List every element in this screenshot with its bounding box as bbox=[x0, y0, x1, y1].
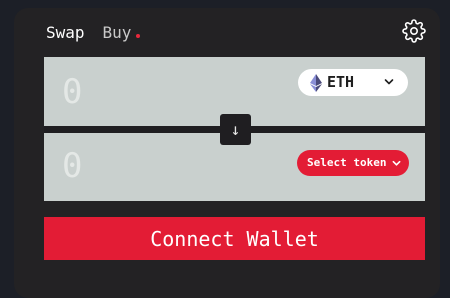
to-amount-input[interactable]: 0 bbox=[62, 146, 82, 186]
select-token-button[interactable]: Select token bbox=[297, 150, 409, 176]
select-token-label: Select token bbox=[307, 156, 387, 169]
token-symbol: ETH bbox=[327, 73, 355, 91]
swap-direction-button[interactable]: ↓ bbox=[220, 114, 251, 145]
eth-logo-icon bbox=[310, 74, 322, 92]
tab-buy[interactable]: Buy bbox=[102, 22, 141, 42]
tab-buy-label: Buy bbox=[102, 22, 132, 42]
tab-bar: Swap Buy bbox=[46, 21, 141, 43]
token-select-eth-button[interactable]: ETH bbox=[298, 69, 408, 96]
connect-wallet-button[interactable]: Connect Wallet bbox=[44, 217, 425, 260]
from-amount-input[interactable]: 0 bbox=[62, 72, 82, 112]
chevron-down-icon bbox=[392, 160, 401, 166]
chevron-down-icon bbox=[384, 79, 394, 85]
gear-icon[interactable] bbox=[402, 19, 426, 43]
tab-swap[interactable]: Swap bbox=[46, 23, 85, 42]
arrow-down-icon: ↓ bbox=[230, 120, 241, 139]
